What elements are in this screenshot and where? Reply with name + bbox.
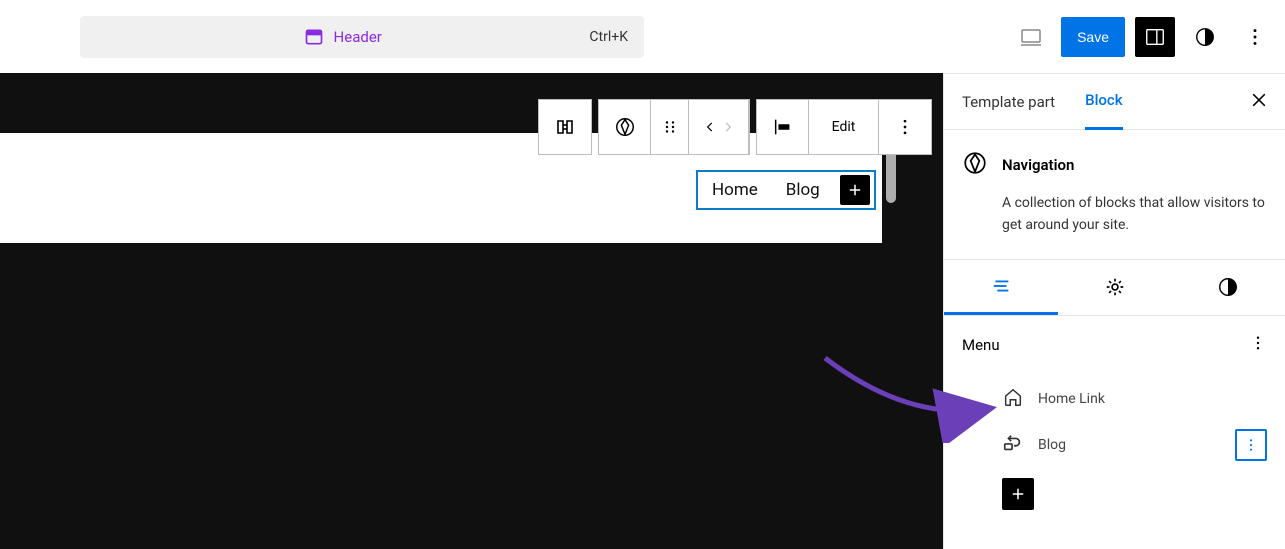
menu-options-button[interactable] xyxy=(1249,334,1267,356)
add-menu-item-button[interactable] xyxy=(1002,478,1034,510)
block-title: Navigation xyxy=(1002,156,1074,174)
subtab-styles[interactable] xyxy=(1171,260,1285,315)
loop-icon xyxy=(1002,432,1024,458)
menu-section: Menu Home Link Blog xyxy=(944,316,1285,528)
move-buttons[interactable] xyxy=(689,100,749,154)
tab-template-part[interactable]: Template part xyxy=(962,75,1055,129)
subtab-list-view[interactable] xyxy=(944,260,1058,315)
block-more-button[interactable] xyxy=(879,100,931,154)
more-options-button[interactable] xyxy=(1235,17,1275,57)
edit-button[interactable]: Edit xyxy=(809,100,879,154)
home-icon xyxy=(1002,386,1024,412)
sidebar-tabs: Template part Block xyxy=(944,74,1285,130)
nav-link-blog[interactable]: Blog xyxy=(772,180,834,200)
block-info-panel: Navigation A collection of blocks that a… xyxy=(944,130,1285,260)
add-nav-item-button[interactable] xyxy=(840,175,870,205)
menu-item-label: Home Link xyxy=(1038,391,1105,407)
document-title: Header xyxy=(334,28,382,46)
menu-item-options-button[interactable] xyxy=(1235,429,1267,461)
navigation-block[interactable]: Home Blog xyxy=(696,170,876,210)
chevron-right-icon[interactable] xyxy=(721,120,735,134)
editor-canvas[interactable]: Edit Home Blog xyxy=(0,73,943,549)
menu-item-label: Blog xyxy=(1038,437,1066,453)
header-block-icon xyxy=(304,27,324,47)
close-sidebar-button[interactable] xyxy=(1249,90,1269,114)
chevron-left-icon[interactable] xyxy=(703,120,717,134)
menu-item-home-link[interactable]: Home Link xyxy=(962,376,1267,422)
block-toolbar: Edit xyxy=(538,99,932,155)
subtab-settings[interactable] xyxy=(1058,260,1172,315)
styles-button[interactable] xyxy=(1185,17,1225,57)
save-button[interactable]: Save xyxy=(1061,17,1125,57)
tab-block[interactable]: Block xyxy=(1085,73,1122,130)
navigation-icon xyxy=(962,150,988,180)
shortcut-hint: Ctrl+K xyxy=(589,29,628,45)
top-bar: Header Ctrl+K Save xyxy=(0,0,1285,73)
nav-link-home[interactable]: Home xyxy=(698,180,772,200)
view-desktop-button[interactable] xyxy=(1011,17,1051,57)
settings-panel-toggle[interactable] xyxy=(1135,17,1175,57)
block-type-button[interactable] xyxy=(599,100,651,154)
drag-handle[interactable] xyxy=(651,100,689,154)
document-switcher[interactable]: Header Ctrl+K xyxy=(80,16,644,58)
parent-block-button[interactable] xyxy=(539,100,591,154)
block-subtabs xyxy=(944,260,1285,316)
block-description: A collection of blocks that allow visito… xyxy=(1002,192,1267,237)
menu-section-label: Menu xyxy=(962,336,1000,354)
align-button[interactable] xyxy=(757,100,809,154)
menu-item-blog[interactable]: Blog xyxy=(962,422,1267,468)
settings-sidebar: Template part Block Navigation A collect… xyxy=(943,73,1285,549)
